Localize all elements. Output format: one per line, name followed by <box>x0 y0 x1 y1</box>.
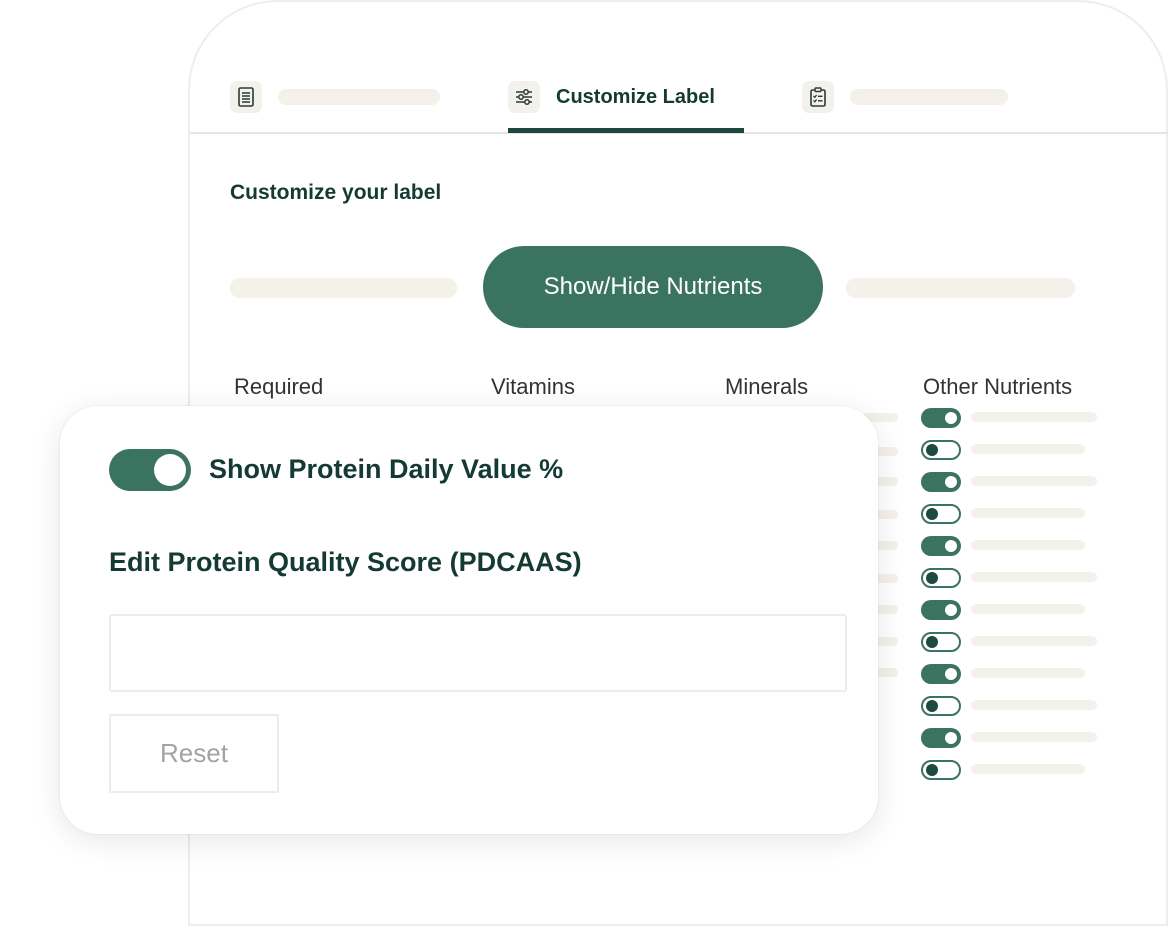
nutrient-toggle[interactable] <box>921 632 961 652</box>
nutrient-label-placeholder <box>971 412 1097 422</box>
nutrient-label-placeholder <box>971 764 1085 774</box>
column-header-vitamins: Vitamins <box>491 374 575 399</box>
sliders-icon <box>508 81 540 113</box>
other-nutrient-row <box>921 726 1101 758</box>
show-hide-nutrients-button[interactable]: Show/Hide Nutrients <box>483 246 823 328</box>
other-nutrient-row <box>921 758 1101 790</box>
reset-button[interactable]: Reset <box>109 714 279 793</box>
nutrient-toggle[interactable] <box>921 664 961 684</box>
toggle-knob <box>926 764 938 776</box>
tab-customize-label-text: Customize Label <box>556 85 715 108</box>
nutrient-label-placeholder <box>971 636 1097 646</box>
nutrient-label-placeholder <box>971 444 1085 454</box>
tab-checklist[interactable] <box>802 80 1008 114</box>
nutrient-toggle[interactable] <box>921 568 961 588</box>
nutrient-label-placeholder <box>971 508 1085 518</box>
segment-option-left[interactable] <box>230 278 457 298</box>
nutrient-toggle[interactable] <box>921 408 961 428</box>
protein-daily-value-toggle[interactable] <box>109 449 191 491</box>
nutrient-label-placeholder <box>971 476 1097 486</box>
other-nutrient-row <box>921 502 1101 534</box>
protein-quality-score-label: Edit Protein Quality Score (PDCAAS) <box>109 547 582 577</box>
toggle-knob <box>945 732 957 744</box>
nutrient-toggle[interactable] <box>921 600 961 620</box>
column-header-required: Required <box>234 374 324 399</box>
other-nutrient-row <box>921 598 1101 630</box>
document-list-icon <box>230 81 262 113</box>
nutrient-label-placeholder <box>971 668 1085 678</box>
tab-label-placeholder <box>278 89 440 105</box>
other-nutrients-list <box>921 406 1101 790</box>
other-nutrient-row <box>921 630 1101 662</box>
toggle-knob <box>945 668 957 680</box>
protein-settings-card: Show Protein Daily Value % Edit Protein … <box>60 406 878 834</box>
toggle-knob <box>154 454 186 486</box>
nutrient-label-placeholder <box>971 540 1085 550</box>
toggle-knob <box>945 412 957 424</box>
nutrient-toggle[interactable] <box>921 536 961 556</box>
nutrient-toggle[interactable] <box>921 504 961 524</box>
other-nutrient-row <box>921 534 1101 566</box>
nutrient-toggle[interactable] <box>921 472 961 492</box>
other-nutrient-row <box>921 662 1101 694</box>
column-header-other-nutrients: Other Nutrients <box>923 374 1073 399</box>
toggle-knob <box>926 700 938 712</box>
other-nutrient-row <box>921 438 1101 470</box>
other-nutrient-row <box>921 566 1101 598</box>
active-tab-indicator <box>508 128 744 133</box>
nutrient-label-placeholder <box>971 604 1085 614</box>
tab-bar: Customize Label <box>190 60 1168 134</box>
toggle-knob <box>945 476 957 488</box>
other-nutrient-row <box>921 470 1101 502</box>
nutrient-toggle[interactable] <box>921 440 961 460</box>
protein-daily-value-label: Show Protein Daily Value % <box>209 454 564 484</box>
nutrient-label-placeholder <box>971 700 1097 710</box>
toggle-knob <box>945 604 957 616</box>
tab-label-placeholder <box>850 89 1008 105</box>
nutrient-toggle[interactable] <box>921 760 961 780</box>
section-title: Customize your label <box>230 181 442 204</box>
nutrient-label-placeholder <box>971 732 1097 742</box>
other-nutrient-row <box>921 694 1101 726</box>
nutrient-toggle[interactable] <box>921 728 961 748</box>
clipboard-checklist-icon <box>802 81 834 113</box>
column-header-minerals: Minerals <box>725 374 809 399</box>
toggle-knob <box>926 508 938 520</box>
toggle-knob <box>945 540 957 552</box>
nutrient-toggle[interactable] <box>921 696 961 716</box>
other-nutrient-row <box>921 406 1101 438</box>
pdcaas-input[interactable] <box>109 614 847 692</box>
tab-nutrition-facts[interactable] <box>230 80 440 114</box>
toggle-knob <box>926 636 938 648</box>
nutrient-label-placeholder <box>971 572 1097 582</box>
segment-option-right[interactable] <box>846 278 1075 298</box>
tab-customize-label[interactable]: Customize Label <box>508 80 715 114</box>
toggle-knob <box>926 572 938 584</box>
toggle-knob <box>926 444 938 456</box>
